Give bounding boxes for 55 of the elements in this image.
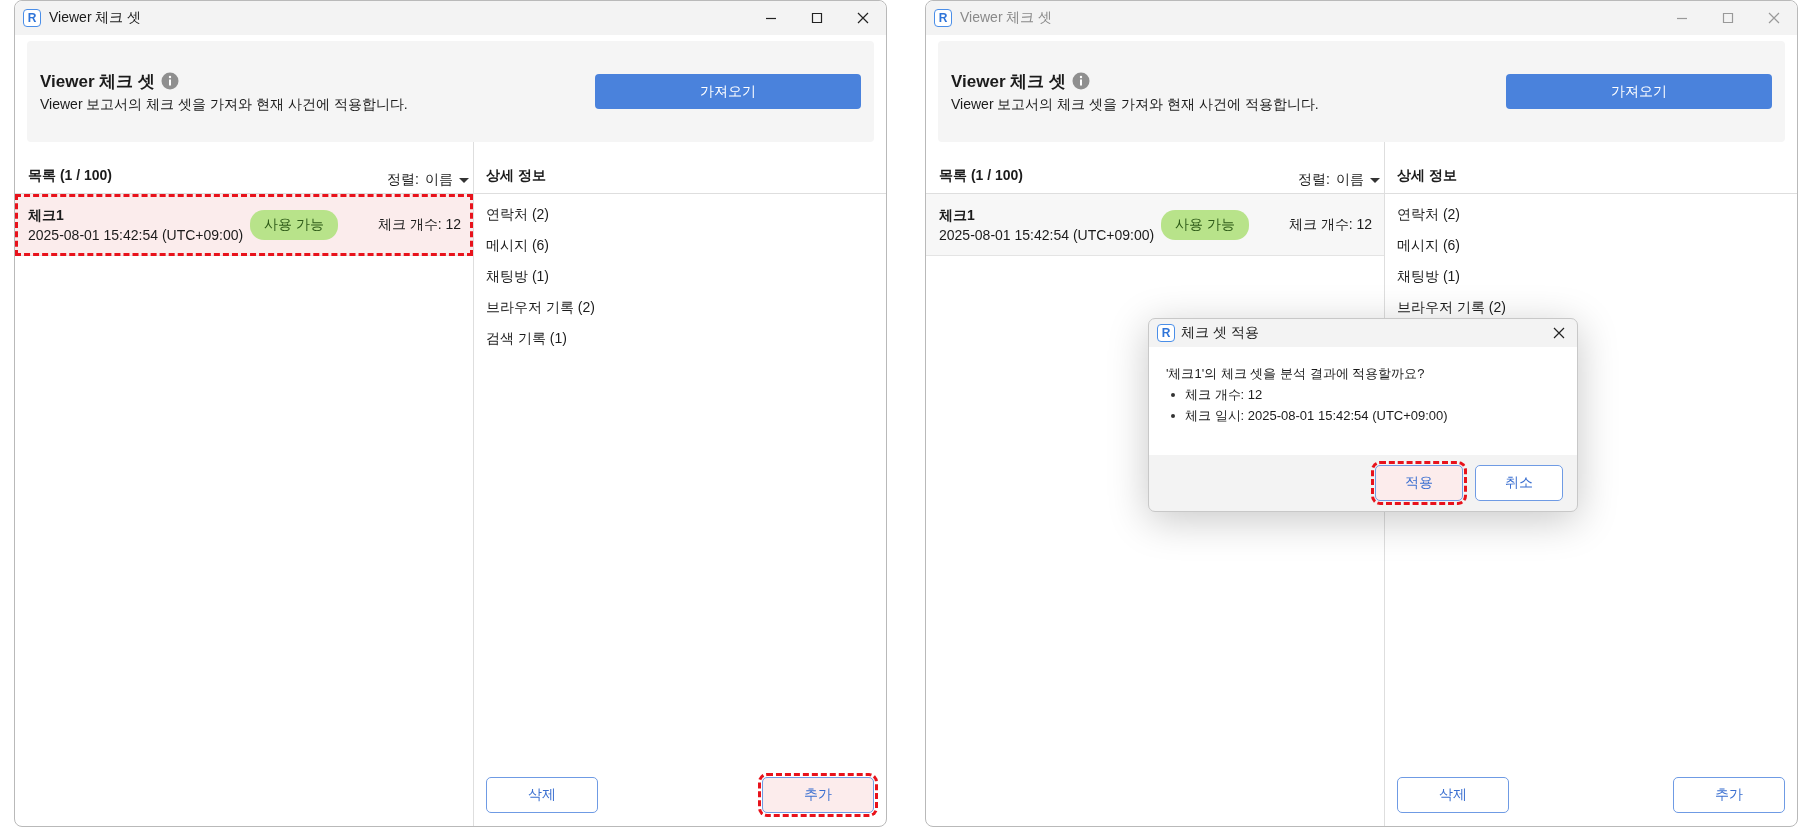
sort-dropdown[interactable]: 정렬: 이름 bbox=[1298, 171, 1380, 189]
details-title: 상세 정보 bbox=[486, 167, 546, 185]
check-count: 체크 개수: 12 bbox=[377, 215, 461, 234]
caret-icon bbox=[459, 177, 469, 183]
panel-description: Viewer 보고서의 체크 셋을 가져와 현재 사건에 적용합니다. bbox=[951, 95, 1319, 114]
detail-item: 메시지 (6) bbox=[486, 237, 550, 255]
close-icon bbox=[1553, 327, 1565, 339]
item-date: 2025-08-01 15:42:54 (UTC+09:00) bbox=[28, 226, 245, 243]
list-item[interactable]: 체크1 2025-08-01 15:42:54 (UTC+09:00) 사용 가능 체크 개수: 12 bbox=[15, 194, 473, 256]
dialog-message: '체크1'의 체크 셋을 분석 결과에 적용할까요? bbox=[1166, 365, 1426, 383]
app-logo: R bbox=[934, 9, 952, 27]
dialog-detail: 체크 개수: 12 bbox=[1185, 386, 1263, 404]
status-badge: 사용 가능 bbox=[249, 209, 338, 240]
detail-item: 메시지 (6) bbox=[1397, 237, 1461, 255]
item-name: 체크1 bbox=[28, 206, 65, 225]
caret-icon bbox=[1370, 177, 1380, 183]
cancel-button[interactable]: 취소 bbox=[1475, 465, 1563, 501]
sort-dropdown[interactable]: 정렬: 이름 bbox=[387, 171, 469, 189]
dialog-title: 체크 셋 적용 bbox=[1181, 324, 1259, 342]
list-item[interactable]: 체크1 2025-08-01 15:42:54 (UTC+09:00) 사용 가능 체크 개수: 12 bbox=[926, 194, 1384, 256]
import-button[interactable]: 가져오기 bbox=[595, 74, 861, 109]
panel-description: Viewer 보고서의 체크 셋을 가져와 현재 사건에 적용합니다. bbox=[40, 95, 408, 114]
bullet-icon bbox=[1171, 393, 1175, 397]
check-count: 체크 개수: 12 bbox=[1288, 215, 1372, 234]
maximize-icon bbox=[811, 12, 823, 24]
close-icon bbox=[857, 12, 869, 24]
window-title: Viewer 체크 셋 bbox=[960, 9, 1054, 27]
detail-item: 연락처 (2) bbox=[486, 206, 550, 224]
details-title: 상세 정보 bbox=[1397, 167, 1457, 185]
detail-item: 채팅방 (1) bbox=[1397, 268, 1461, 286]
bullet-icon bbox=[1171, 414, 1175, 418]
item-name: 체크1 bbox=[939, 206, 976, 225]
info-icon bbox=[1071, 72, 1090, 90]
detail-item: 연락처 (2) bbox=[1397, 206, 1461, 224]
panel-title: Viewer 체크 셋 bbox=[40, 70, 155, 93]
detail-item: 채팅방 (1) bbox=[486, 268, 550, 286]
delete-button[interactable]: 삭제 bbox=[1397, 777, 1509, 813]
detail-item: 검색 기록 (1) bbox=[486, 330, 568, 348]
status-badge: 사용 가능 bbox=[1160, 209, 1249, 240]
list-title: 목록 (1 / 100) bbox=[28, 167, 113, 185]
list-title: 목록 (1 / 100) bbox=[939, 167, 1024, 185]
app-logo: R bbox=[23, 9, 41, 27]
import-button[interactable]: 가져오기 bbox=[1506, 74, 1772, 109]
dialog-detail: 체크 일시: 2025-08-01 15:42:54 (UTC+09:00) bbox=[1185, 407, 1448, 425]
window-title: Viewer 체크 셋 bbox=[49, 9, 143, 27]
panel-title: Viewer 체크 셋 bbox=[951, 70, 1066, 93]
maximize-icon bbox=[1722, 12, 1734, 24]
item-date: 2025-08-01 15:42:54 (UTC+09:00) bbox=[939, 226, 1156, 243]
app-logo: R bbox=[1157, 324, 1175, 342]
info-icon bbox=[160, 72, 179, 90]
add-button[interactable]: 추가 bbox=[1673, 777, 1785, 813]
close-icon bbox=[1768, 12, 1780, 24]
detail-item: 브라우저 기록 (2) bbox=[1397, 299, 1507, 317]
delete-button[interactable]: 삭제 bbox=[486, 777, 598, 813]
detail-item: 브라우저 기록 (2) bbox=[486, 299, 596, 317]
